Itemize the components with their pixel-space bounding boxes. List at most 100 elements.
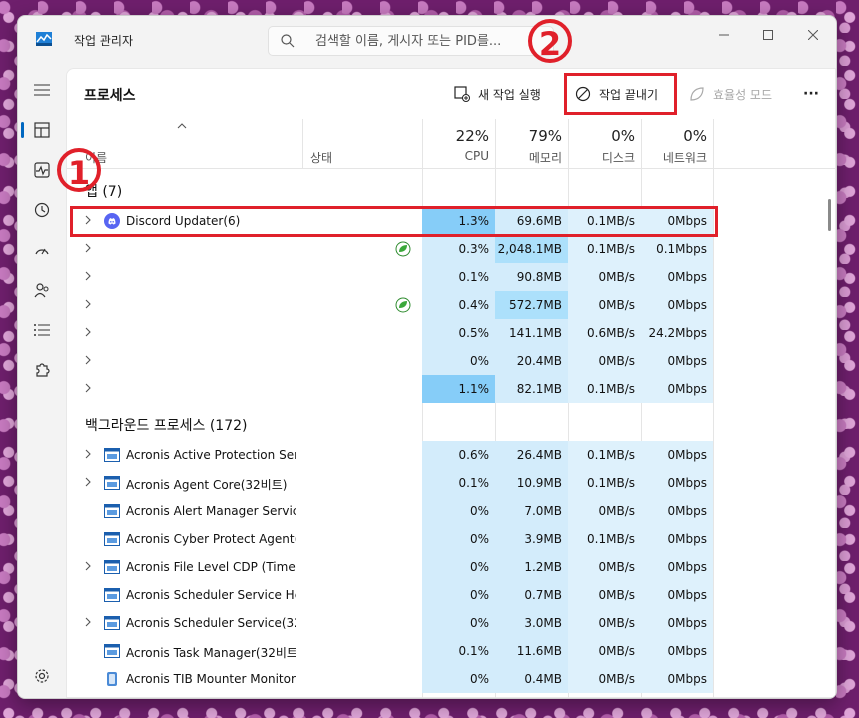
users-icon (34, 283, 49, 298)
chevron-right-icon[interactable] (84, 298, 92, 310)
hamburger-menu-button[interactable] (30, 78, 54, 102)
maximize-button[interactable] (748, 22, 788, 48)
nav-processes[interactable] (30, 118, 54, 142)
column-header-cpu[interactable]: CPU (422, 149, 489, 163)
run-new-task-button[interactable]: 새 작업 실행 (454, 81, 541, 107)
net-cell: 0Mbps (641, 441, 713, 469)
mem-cell: 0.7MB (495, 581, 568, 609)
nav-users[interactable] (30, 278, 54, 302)
process-row[interactable]: Acronis TIB Mounter Monitor... 0% 0.4MB 0MB… (67, 665, 713, 693)
process-row[interactable]: 0.5% 141.1MB 0.6MB/s 24.2Mbps (67, 319, 713, 347)
process-row[interactable]: Acronis File Level CDP (Time ... 0% 1.2MB 0… (67, 553, 713, 581)
column-header-status[interactable]: 상태 (310, 149, 332, 166)
process-row[interactable]: Acronis Agent Core(32비트) 0.1% 10.9MB 0.1MB/… (67, 469, 713, 497)
cpu-cell: 1.1% (422, 375, 495, 403)
nav-settings[interactable] (30, 664, 54, 688)
process-name: Acronis Scheduler Service(32... (126, 616, 296, 630)
cpu-cell: 0.4% (422, 291, 495, 319)
process-row[interactable]: 0% 20.4MB 0MB/s 0Mbps (67, 347, 713, 375)
mem-cell: 7.0MB (495, 497, 568, 525)
cpu-cell: 0% (422, 553, 495, 581)
close-button[interactable] (793, 22, 833, 48)
service-window-icon (104, 644, 120, 658)
process-row[interactable]: 0.1% 90.8MB 0MB/s 0Mbps (67, 263, 713, 291)
search-input[interactable] (313, 31, 549, 51)
disk-cell: 0MB/s (568, 553, 641, 581)
nav-startup-apps[interactable] (30, 238, 54, 262)
disk-total-percent[interactable]: 0% (568, 127, 635, 145)
chevron-right-icon[interactable] (84, 616, 92, 628)
column-header-disk[interactable]: 디스크 (568, 149, 635, 166)
startup-gauge-icon (35, 248, 49, 255)
nav-app-history[interactable] (30, 198, 54, 222)
process-name: Acronis File Level CDP (Time ... (126, 560, 296, 574)
process-row[interactable]: Acronis Alert Manager Servic... 0% 7.0MB 0M… (67, 497, 713, 525)
disk-cell: 0.1MB/s (568, 441, 641, 469)
nav-services[interactable] (30, 358, 54, 382)
search-box[interactable] (268, 26, 554, 56)
process-row[interactable]: 0.4% 572.7MB 0MB/s 0Mbps (67, 291, 713, 319)
process-name: Acronis Task Manager(32비트) (126, 646, 296, 660)
disk-cell: 0MB/s (568, 347, 641, 375)
more-options-button[interactable]: ··· (803, 81, 819, 107)
chevron-right-icon[interactable] (84, 476, 92, 488)
chevron-right-icon[interactable] (84, 354, 92, 366)
mem-cell: 1.2MB (495, 553, 568, 581)
nav-performance[interactable] (30, 158, 54, 182)
service-window-icon (104, 532, 120, 546)
disk-cell: 0MB/s (568, 263, 641, 291)
mem-cell: 10.9MB (495, 469, 568, 497)
column-header-memory[interactable]: 메모리 (495, 149, 562, 166)
cpu-cell: 0.1% (422, 263, 495, 291)
page-title: 프로세스 (84, 88, 136, 104)
performance-icon (34, 162, 50, 178)
efficiency-leaf-icon (395, 297, 411, 313)
nav-details[interactable] (30, 318, 54, 342)
net-cell: 0Mbps (641, 525, 713, 553)
chevron-right-icon[interactable] (84, 270, 92, 282)
process-row[interactable]: Acronis Active Protection Ser... 0.6% 26.4… (67, 441, 713, 469)
process-row[interactable]: Acronis Task Manager(32비트) 0.1% 11.6MB 0MB/… (67, 637, 713, 665)
chevron-right-icon[interactable] (84, 382, 92, 394)
net-cell: 0Mbps (641, 497, 713, 525)
process-row[interactable]: Acronis Cyber Protect Agent(... 0% 3.9MB 0.… (67, 525, 713, 553)
cpu-cell: 0.3% (422, 235, 495, 263)
process-row[interactable]: 1.1% 82.1MB 0.1MB/s 0Mbps (67, 375, 713, 403)
process-name: Acronis TIB Mounter Monitor... (126, 672, 296, 686)
chevron-right-icon[interactable] (84, 242, 92, 254)
cpu-cell: 0.1% (422, 637, 495, 665)
service-window-icon (104, 588, 120, 602)
net-cell: 0Mbps (641, 581, 713, 609)
efficiency-mode-button[interactable]: 효율성 모드 (689, 81, 772, 107)
processes-icon (34, 122, 50, 138)
minimize-button[interactable] (704, 22, 744, 48)
chevron-right-icon[interactable] (84, 560, 92, 572)
cpu-total-percent[interactable]: 22% (422, 127, 489, 145)
task-manager-app-icon (36, 32, 52, 46)
mem-cell: 572.7MB (495, 291, 568, 319)
column-header-network[interactable]: 네트워크 (641, 149, 707, 166)
net-cell: 0Mbps (641, 553, 713, 581)
process-name: Acronis Active Protection Ser... (126, 448, 296, 462)
memory-total-percent[interactable]: 79% (495, 127, 562, 145)
history-icon (34, 202, 50, 218)
chevron-right-icon[interactable] (84, 326, 92, 338)
cpu-cell: 0.5% (422, 319, 495, 347)
chevron-right-icon[interactable] (84, 448, 92, 460)
mem-cell: 2,048.1MB (495, 235, 568, 263)
disk-cell: 0.1MB/s (568, 469, 641, 497)
process-row[interactable]: Acronis Scheduler Service(32... 0% 3.0MB 0M… (67, 609, 713, 637)
maximize-icon (763, 30, 773, 40)
hamburger-icon (34, 84, 50, 96)
process-row[interactable]: Acronis Scheduler Service He... 0% 0.7MB 0M… (67, 581, 713, 609)
acronis-tib-icon (107, 672, 117, 686)
process-name: Acronis Cyber Protect Agent(... (126, 532, 296, 546)
net-cell: 0Mbps (641, 665, 713, 693)
network-total-percent[interactable]: 0% (641, 127, 707, 145)
vertical-scrollbar[interactable] (828, 199, 831, 231)
sort-chevron-up-icon (177, 123, 187, 129)
cpu-cell: 0% (422, 497, 495, 525)
process-name: Acronis Scheduler Service He... (126, 588, 296, 602)
process-row[interactable]: 0.3% 2,048.1MB 0.1MB/s 0.1Mbps (67, 235, 713, 263)
highlight-discord-row (70, 206, 718, 237)
